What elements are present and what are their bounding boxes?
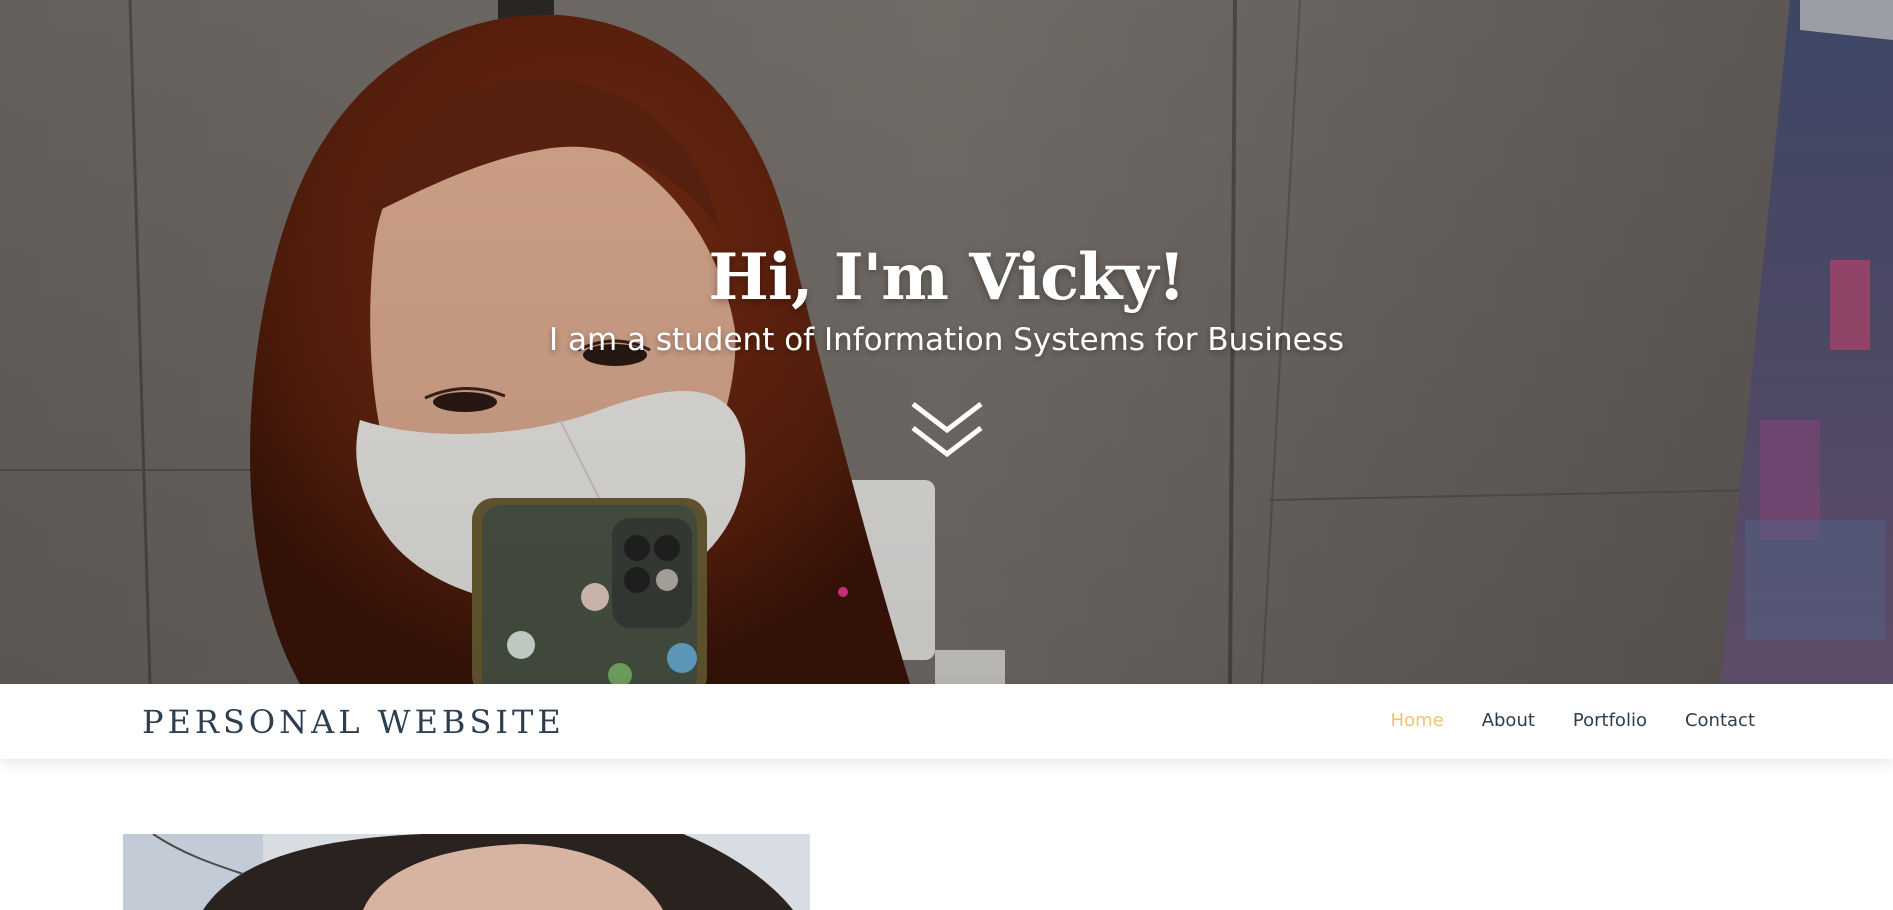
double-chevron-down-icon[interactable] — [909, 400, 985, 464]
hero-section: Hi, I'm Vicky! I am a student of Informa… — [0, 0, 1893, 684]
hero-subtitle: I am a student of Information Systems fo… — [548, 322, 1345, 358]
navbar: PERSONAL WEBSITE Home About Portfolio Co… — [0, 684, 1893, 759]
profile-photo — [123, 834, 810, 910]
hero-content: Hi, I'm Vicky! I am a student of Informa… — [0, 0, 1893, 684]
nav-links: Home About Portfolio Contact — [1391, 708, 1755, 734]
brand-logo[interactable]: PERSONAL WEBSITE — [142, 702, 565, 742]
nav-link-contact[interactable]: Contact — [1685, 708, 1755, 734]
hero-title: Hi, I'm Vicky! — [708, 240, 1185, 315]
nav-link-portfolio[interactable]: Portfolio — [1573, 708, 1647, 734]
nav-link-about[interactable]: About — [1482, 708, 1535, 734]
nav-link-home[interactable]: Home — [1391, 708, 1444, 734]
